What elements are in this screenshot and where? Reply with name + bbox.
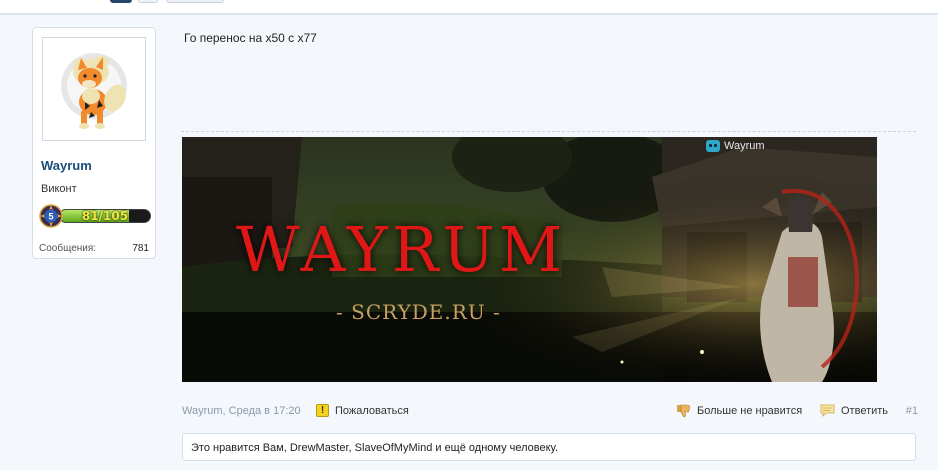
- pagination-strip: [0, 0, 938, 14]
- report-label: Пожаловаться: [335, 404, 409, 417]
- gamepad-icon: [706, 140, 720, 152]
- message-count: Сообщения: 781: [39, 243, 149, 254]
- likes-suffix: и ещё одному человеку.: [432, 442, 559, 454]
- username[interactable]: Wayrum: [41, 158, 92, 173]
- reply-link[interactable]: Ответить: [820, 404, 888, 417]
- thumbs-down-icon: [677, 404, 690, 418]
- signature-tag-name: Wayrum: [724, 140, 765, 152]
- message-count-label: Сообщения:: [39, 243, 97, 254]
- signature-subtitle: - SCRYDE.RU -: [336, 300, 501, 324]
- post-number[interactable]: #1: [906, 405, 918, 417]
- report-link[interactable]: ! Пожаловаться: [316, 404, 409, 417]
- signature-title: WAYRUM: [236, 213, 567, 286]
- likes-prefix: Это нравится Вам,: [191, 442, 290, 454]
- likes-summary: Это нравится Вам, DrewMaster, SlaveOfMyM…: [182, 433, 916, 461]
- post-meta[interactable]: Wayrum, Среда в 17:20: [182, 405, 301, 417]
- signature-tag: Wayrum: [706, 140, 765, 152]
- page-link-active[interactable]: [110, 0, 132, 3]
- message-count-value[interactable]: 781: [132, 243, 149, 254]
- unlike-label: Больше не нравится: [697, 405, 803, 417]
- avatar[interactable]: [42, 37, 146, 141]
- liker-drewmaster[interactable]: DrewMaster: [290, 442, 349, 454]
- warning-icon: !: [316, 404, 329, 417]
- rank-badge-icon: 5: [39, 204, 63, 228]
- rank-progress: 81/105 5: [39, 204, 151, 228]
- message-footer: Wayrum, Среда в 17:20 ! Пожаловаться Бол…: [182, 404, 918, 420]
- signature-banner: Wayrum WAYRUM - SCRYDE.RU -: [182, 137, 877, 382]
- message-container: Wayrum Виконт 81/105 5 Сообщения: 781 Го…: [0, 14, 938, 470]
- liker-slaveofmymind[interactable]: SlaveOfMyMind: [355, 442, 433, 454]
- message-text: Го перенос на х50 с х77: [184, 31, 317, 45]
- signature-divider: [181, 131, 916, 132]
- unlike-link[interactable]: Больше не нравится: [676, 404, 802, 418]
- reply-label: Ответить: [841, 404, 889, 417]
- page-link-next[interactable]: [166, 0, 224, 3]
- page-link[interactable]: [138, 0, 158, 3]
- avatar-arcanine-image: [45, 40, 143, 138]
- speech-bubble-icon: [820, 404, 835, 417]
- user-title: Виконт: [41, 183, 77, 195]
- rank-progress-text: 81/105: [81, 209, 129, 223]
- rank-level: 5: [48, 212, 53, 222]
- user-info-block: Wayrum Виконт 81/105 5 Сообщения: 781: [32, 27, 156, 259]
